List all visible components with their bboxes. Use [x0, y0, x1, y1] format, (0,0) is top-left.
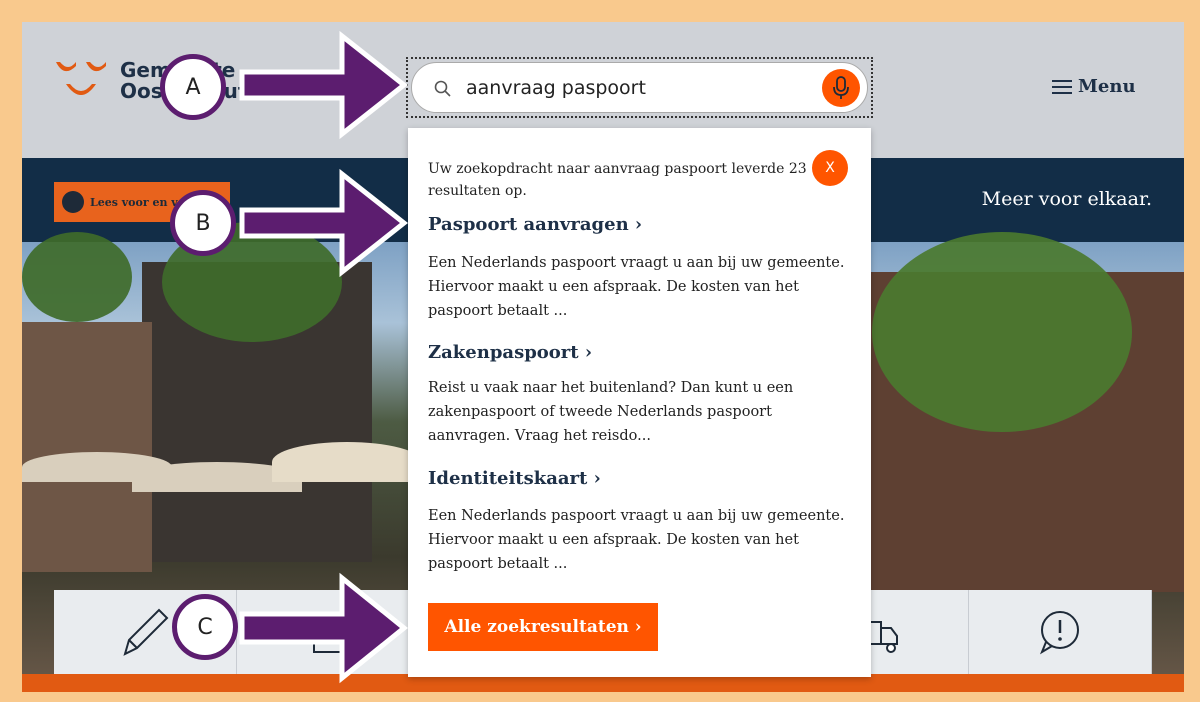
annotation-label-b: B: [170, 190, 236, 256]
menu-button[interactable]: Menu: [1052, 76, 1136, 97]
search-icon: [434, 80, 451, 97]
logo-icon[interactable]: [54, 58, 109, 108]
alert-icon: [1039, 611, 1079, 655]
result-description: Een Nederlands paspoort vraagt u aan bij…: [428, 255, 845, 319]
close-button[interactable]: X: [812, 150, 848, 186]
umbrella: [272, 442, 422, 482]
search-input[interactable]: [466, 75, 806, 101]
page-frame: Gemeente Oosterhout Menu: [22, 22, 1184, 692]
tile-alert[interactable]: [969, 590, 1152, 674]
search-results-dropdown: Uw zoekopdracht naar aanvraag paspoort l…: [408, 128, 871, 677]
annotation-arrow-a: [239, 30, 408, 140]
microphone-button[interactable]: [822, 69, 860, 107]
microphone-icon: [833, 76, 849, 99]
result-title[interactable]: Zakenpaspoort ›: [428, 342, 592, 363]
tree: [872, 232, 1132, 432]
tagline: Meer voor elkaar.: [981, 188, 1152, 210]
tree: [22, 232, 132, 322]
building: [22, 322, 152, 572]
search-bar[interactable]: [411, 62, 868, 113]
results-summary: Uw zoekopdracht naar aanvraag paspoort l…: [428, 161, 807, 199]
hamburger-icon: [1052, 79, 1072, 94]
annotation-label-c: C: [172, 594, 238, 660]
annotation-arrow-c: [239, 572, 408, 684]
menu-label: Menu: [1078, 76, 1136, 97]
result-description: Reist u vaak naar het buitenland? Dan ku…: [428, 380, 794, 444]
annotation-arrow-b: [239, 168, 408, 278]
result-title[interactable]: Paspoort aanvragen ›: [428, 214, 642, 235]
all-results-button[interactable]: Alle zoekresultaten ›: [428, 603, 658, 651]
result-title[interactable]: Identiteitskaart ›: [428, 468, 601, 489]
annotation-label-a: A: [160, 54, 226, 120]
pencil-icon: [123, 608, 169, 656]
result-description: Een Nederlands paspoort vraagt u aan bij…: [428, 508, 845, 572]
globe-icon: [62, 191, 84, 213]
